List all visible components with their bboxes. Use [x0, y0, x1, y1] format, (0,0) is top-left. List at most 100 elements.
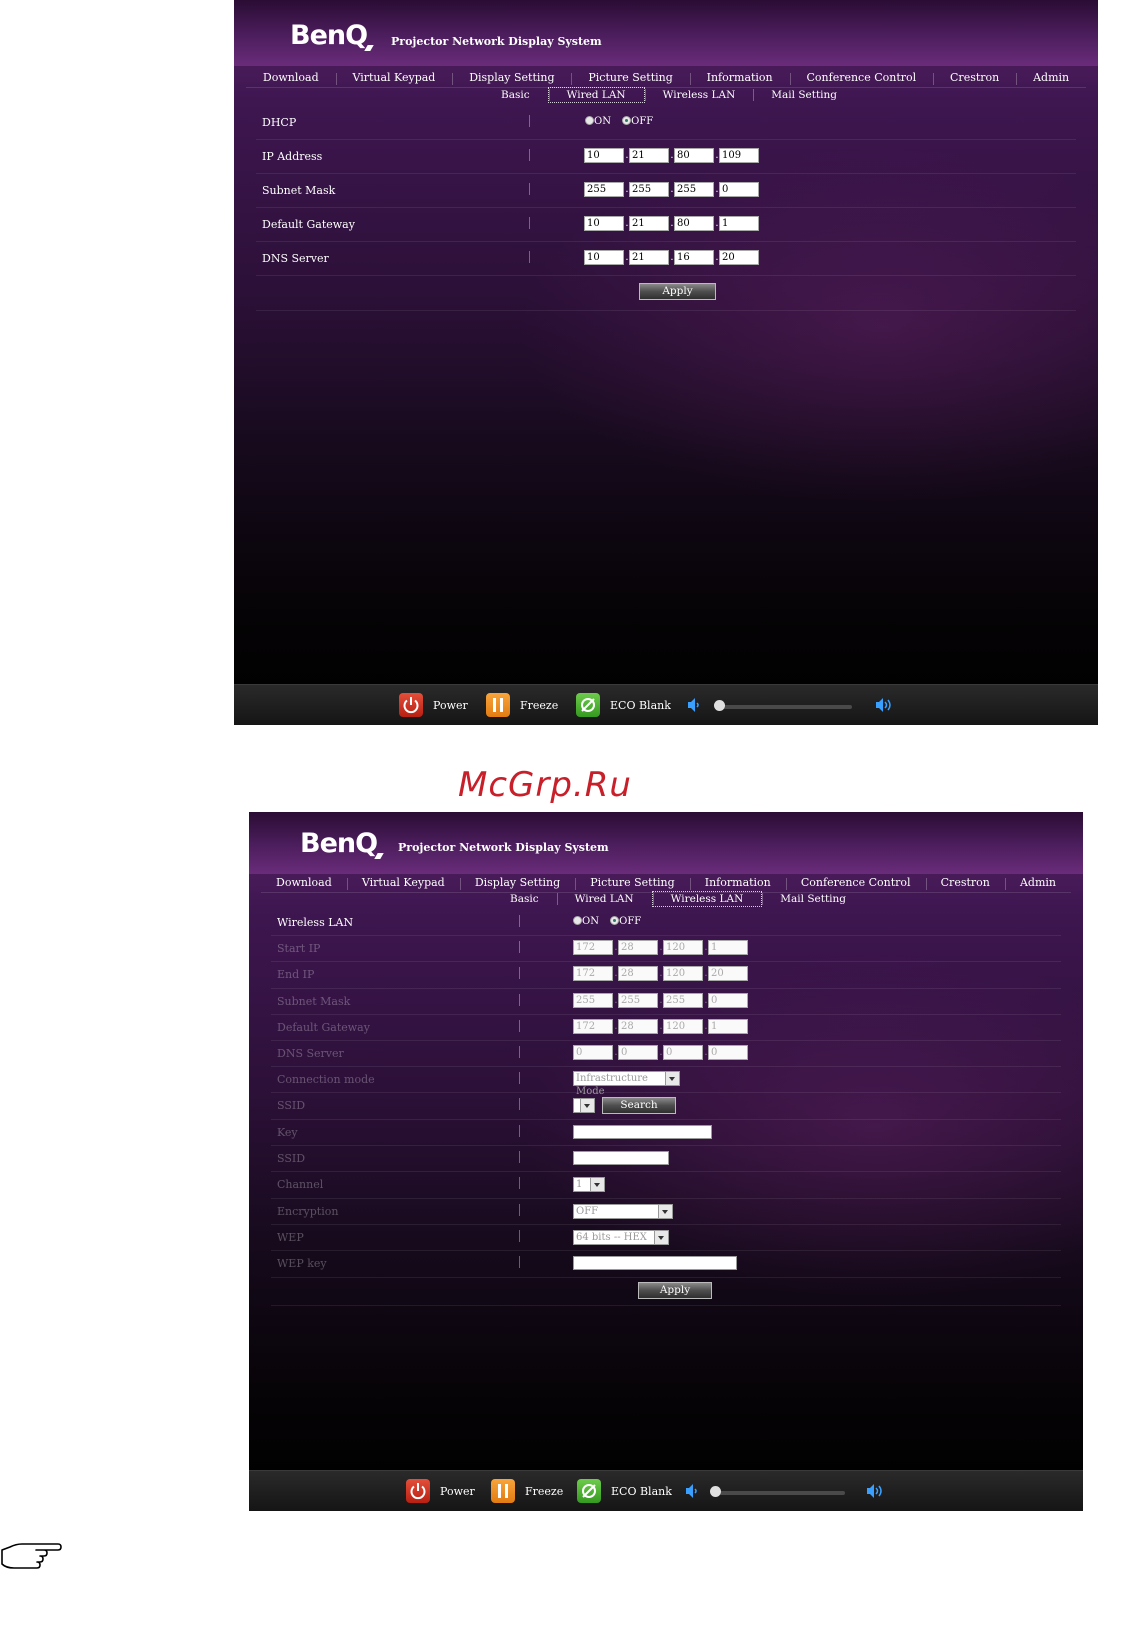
start-ip-octet-4[interactable]: 1 [708, 940, 748, 955]
ssid-input[interactable] [573, 1151, 669, 1165]
start-ip-octet-2[interactable]: 28 [618, 940, 658, 955]
tab-mail-setting[interactable]: Mail Setting [762, 892, 864, 906]
ip-octet-4[interactable]: 109 [719, 148, 759, 163]
menu-display-setting[interactable]: Display Setting [452, 71, 571, 85]
menu-crestron[interactable]: Crestron [925, 876, 1005, 890]
divider [519, 1256, 520, 1268]
end-ip-octet-1[interactable]: 172 [573, 966, 613, 981]
mask-octet-1[interactable]: 255 [584, 182, 624, 197]
wdns-octet-3[interactable]: 0 [663, 1045, 703, 1060]
wmask-octet-4[interactable]: 0 [708, 993, 748, 1008]
wdns-octet-4[interactable]: 0 [708, 1045, 748, 1060]
dns-octet-3[interactable]: 16 [674, 250, 714, 265]
menu-admin[interactable]: Admin [1004, 876, 1071, 890]
end-ip-octet-2[interactable]: 28 [618, 966, 658, 981]
power-button[interactable]: Power [406, 1479, 475, 1503]
start-ip-octet-3[interactable]: 120 [663, 940, 703, 955]
menu-information[interactable]: Information [689, 876, 786, 890]
volume-slider-track[interactable] [713, 1491, 845, 1495]
freeze-button[interactable]: Freeze [491, 1479, 563, 1503]
ip-octet-1[interactable]: 10 [584, 148, 624, 163]
connection-mode-row: Connection mode Infrastructure Mode [271, 1066, 1061, 1097]
gateway-octet-4[interactable]: 1 [719, 216, 759, 231]
volume-slider-handle[interactable] [710, 1486, 721, 1497]
gateway-octet-3[interactable]: 80 [674, 216, 714, 231]
dhcp-on-radio[interactable] [585, 116, 594, 125]
wgw-octet-2[interactable]: 28 [618, 1019, 658, 1034]
tab-wireless-lan[interactable]: Wireless LAN [651, 891, 763, 907]
eco-blank-button[interactable]: ECO Blank [577, 1479, 672, 1503]
wgw-octet-1[interactable]: 172 [573, 1019, 613, 1034]
tab-mail-setting[interactable]: Mail Setting [753, 88, 855, 102]
tab-basic[interactable]: Basic [483, 88, 548, 102]
ssid-select[interactable] [573, 1098, 595, 1113]
mask-octet-4[interactable]: 0 [719, 182, 759, 197]
wireless-off-radio[interactable] [610, 916, 620, 925]
apply-button[interactable]: Apply [639, 283, 716, 300]
tab-wireless-lan[interactable]: Wireless LAN [644, 88, 754, 102]
wmask-octet-1[interactable]: 255 [573, 993, 613, 1008]
wdns-octet-1[interactable]: 0 [573, 1045, 613, 1060]
dns-octet-4[interactable]: 20 [719, 250, 759, 265]
ip-octet-3[interactable]: 80 [674, 148, 714, 163]
menu-picture-setting[interactable]: Picture Setting [575, 876, 689, 890]
apply-button[interactable]: Apply [638, 1282, 712, 1299]
pointing-hand-icon [1, 1543, 62, 1569]
tab-wired-lan[interactable]: Wired LAN [547, 87, 645, 103]
menu-virtual-keypad[interactable]: Virtual Keypad [335, 71, 453, 85]
wireless-gateway-field: 172. 28. 120. 1 [573, 1019, 749, 1034]
volume-up-icon[interactable] [866, 1483, 888, 1499]
gateway-octet-1[interactable]: 10 [584, 216, 624, 231]
wep-key-row: WEP key [271, 1250, 1061, 1278]
divider [519, 915, 520, 927]
menu-crestron[interactable]: Crestron [933, 71, 1016, 85]
menu-display-setting[interactable]: Display Setting [459, 876, 575, 890]
volume-slider-track[interactable] [716, 705, 852, 709]
end-ip-octet-4[interactable]: 20 [708, 966, 748, 981]
menu-download[interactable]: Download [261, 876, 347, 889]
encryption-select[interactable]: OFF [573, 1204, 673, 1219]
menu-admin[interactable]: Admin [1016, 71, 1086, 85]
menu-virtual-keypad[interactable]: Virtual Keypad [346, 876, 460, 890]
encryption-value: OFF [576, 1206, 599, 1217]
wireless-on-radio[interactable] [573, 916, 582, 925]
dns-octet-1[interactable]: 10 [584, 250, 624, 265]
menu-conference-control[interactable]: Conference Control [789, 71, 934, 85]
channel-select[interactable]: 1 [573, 1177, 605, 1192]
freeze-button[interactable]: Freeze [486, 693, 558, 717]
connection-mode-select[interactable]: Infrastructure Mode [573, 1071, 680, 1097]
divider [519, 1230, 520, 1242]
power-button[interactable]: Power [399, 693, 468, 717]
menu-picture-setting[interactable]: Picture Setting [571, 71, 689, 85]
wgw-octet-3[interactable]: 120 [663, 1019, 703, 1034]
eco-blank-label: ECO Blank [611, 1484, 672, 1498]
volume-down-icon[interactable] [685, 1483, 699, 1499]
wdns-octet-2[interactable]: 0 [618, 1045, 658, 1060]
ip-octet-2[interactable]: 21 [629, 148, 669, 163]
wep-select[interactable]: 64 bits -- HEX [573, 1230, 669, 1245]
wmask-octet-3[interactable]: 255 [663, 993, 703, 1008]
wmask-octet-2[interactable]: 255 [618, 993, 658, 1008]
dns-octet-2[interactable]: 21 [629, 250, 669, 265]
wgw-octet-4[interactable]: 1 [708, 1019, 748, 1034]
menu-conference-control[interactable]: Conference Control [785, 876, 926, 890]
volume-down-icon[interactable] [687, 697, 701, 713]
gateway-octet-2[interactable]: 21 [629, 216, 669, 231]
tab-basic[interactable]: Basic [492, 892, 557, 906]
main-menu: Download Virtual Keypad Display Setting … [246, 68, 1086, 88]
menu-download[interactable]: Download [246, 71, 336, 84]
volume-slider-handle[interactable] [714, 700, 725, 711]
power-label: Power [440, 1484, 475, 1498]
mask-octet-2[interactable]: 255 [629, 182, 669, 197]
volume-up-icon[interactable] [875, 697, 897, 713]
menu-information[interactable]: Information [689, 71, 790, 85]
mask-octet-3[interactable]: 255 [674, 182, 714, 197]
search-button[interactable]: Search [602, 1097, 676, 1114]
wep-key-input[interactable] [573, 1256, 737, 1270]
end-ip-octet-3[interactable]: 120 [663, 966, 703, 981]
eco-blank-button[interactable]: ECO Blank [576, 693, 671, 717]
dhcp-off-radio[interactable] [622, 116, 632, 125]
start-ip-octet-1[interactable]: 172 [573, 940, 613, 955]
tab-wired-lan[interactable]: Wired LAN [556, 892, 652, 906]
key-input[interactable] [573, 1125, 712, 1139]
